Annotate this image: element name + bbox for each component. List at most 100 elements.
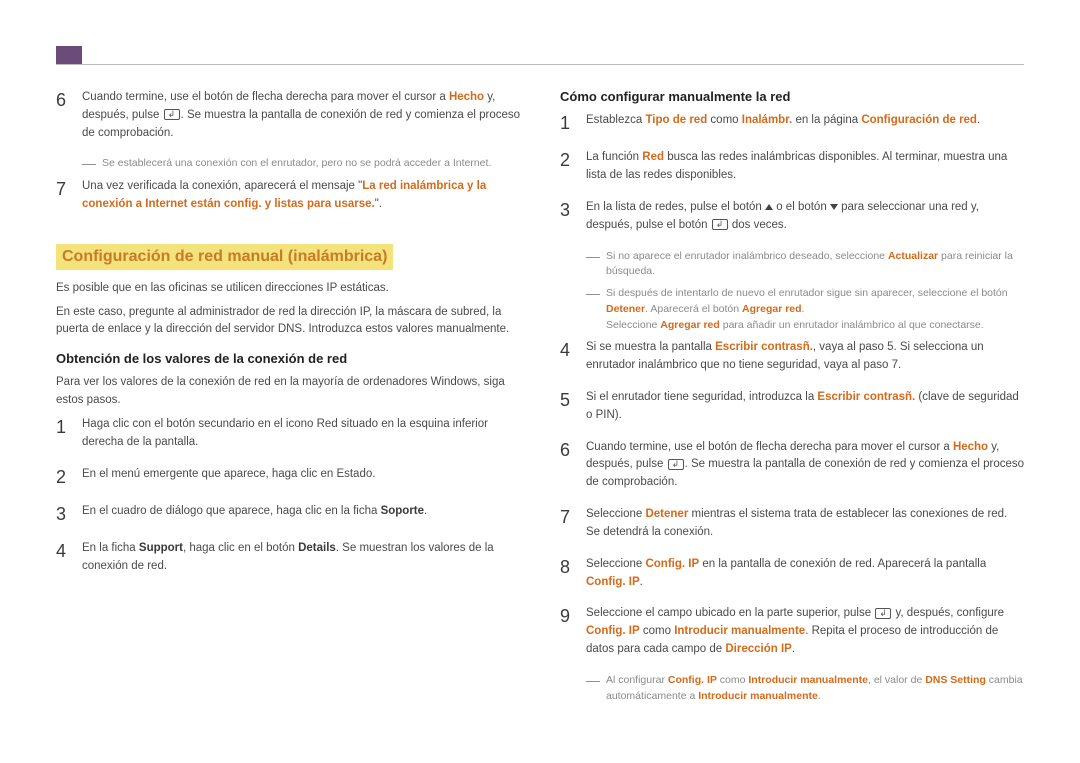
step-num-7: 7	[56, 178, 70, 214]
details-label: Details	[298, 542, 336, 554]
inalambr: Inalámbr.	[742, 114, 793, 126]
step-num: 6	[560, 439, 574, 492]
step-num: 5	[560, 389, 574, 425]
direccion-ip: Dirección IP	[725, 643, 791, 655]
text: como	[640, 625, 675, 637]
config-ip-label: Config. IP	[586, 625, 640, 637]
text: , el valor de	[868, 674, 925, 686]
text: .	[818, 690, 821, 702]
step-num: 4	[560, 339, 574, 375]
note-dash-icon: ―	[586, 673, 600, 705]
step-num: 3	[56, 503, 70, 526]
text: en la pantalla de conexión de red. Apare…	[699, 558, 986, 570]
text: .	[977, 114, 980, 126]
step-num: 9	[560, 605, 574, 658]
up-arrow-icon	[765, 204, 773, 210]
introducir-manual: Introducir manualmente	[748, 674, 868, 686]
enter-icon	[875, 608, 891, 619]
step-7-prev: 7 Una vez verificada la conexión, aparec…	[56, 178, 520, 214]
para: Es posible que en las oficinas se utilic…	[56, 280, 520, 298]
text: Si se muestra la pantalla	[586, 341, 715, 353]
text: Una vez verificada la conexión, aparecer…	[82, 180, 362, 192]
text: Seleccione	[586, 558, 645, 570]
step-1: 1 Haga clic con el botón secundario en e…	[56, 416, 520, 452]
config-red: Configuración de red	[861, 114, 977, 126]
red-label: Red	[642, 151, 664, 163]
para: Para ver los valores de la conexión de r…	[56, 374, 520, 410]
text: como	[707, 114, 742, 126]
text: dos veces.	[729, 219, 787, 231]
rstep-9: 9 Seleccione el campo ubicado en la part…	[560, 605, 1024, 658]
step-4: 4 En la ficha Support, haga clic en el b…	[56, 540, 520, 576]
note: ― Se establecerá una conexión con el enr…	[82, 156, 520, 172]
step-num: 8	[560, 556, 574, 592]
detener-label: Detener	[645, 508, 688, 520]
escribir-label: Escribir contrasñ.	[715, 341, 813, 353]
rstep-7: 7 Seleccione Detener mientras el sistema…	[560, 506, 1024, 542]
text: y, después, configure	[892, 607, 1004, 619]
text: Cuando termine, use el botón de flecha d…	[586, 441, 953, 453]
step-num: 4	[56, 540, 70, 576]
text: Seleccione el campo ubicado en la parte …	[586, 607, 874, 619]
actualizar-label: Actualizar	[888, 250, 938, 262]
soporte-label: Soporte	[381, 505, 424, 517]
tipo-red: Tipo de red	[645, 114, 707, 126]
text: o el botón	[773, 201, 830, 213]
left-column: 6 Cuando termine, use el botón de flecha…	[56, 89, 520, 710]
step-num: 1	[560, 112, 574, 135]
step-2: 2 En el menú emergente que aparece, haga…	[56, 466, 520, 489]
step-3: 3 En el cuadro de diálogo que aparece, h…	[56, 503, 520, 526]
note-dash-icon: ―	[586, 249, 600, 281]
note-text: Se establecerá una conexión con el enrut…	[102, 156, 491, 172]
step-text: Haga clic con el botón secundario en el …	[82, 416, 520, 452]
step-num: 3	[560, 199, 574, 235]
rstep-8: 8 Seleccione Config. IP en la pantalla d…	[560, 556, 1024, 592]
text: Seleccione	[586, 508, 645, 520]
rstep-4: 4 Si se muestra la pantalla Escribir con…	[560, 339, 1024, 375]
note-dash-icon: ―	[82, 156, 96, 172]
text: En la ficha	[82, 542, 139, 554]
step-6-prev: 6 Cuando termine, use el botón de flecha…	[56, 89, 520, 142]
text: En el cuadro de diálogo que aparece, hag…	[82, 505, 381, 517]
note-dash-icon: ―	[586, 286, 600, 333]
text: Si no aparece el enrutador inalámbrico d…	[606, 250, 888, 262]
text: . Aparecerá el botón	[645, 303, 742, 315]
enter-icon	[668, 459, 684, 470]
escribir-label: Escribir contrasñ.	[817, 391, 915, 403]
para: En este caso, pregunte al administrador …	[56, 304, 520, 340]
down-arrow-icon	[830, 204, 838, 210]
accent-mark	[56, 46, 82, 64]
text: Si el enrutador tiene seguridad, introdu…	[586, 391, 817, 403]
text: Establezca	[586, 114, 645, 126]
support-label: Support	[139, 542, 183, 554]
detener-label: Detener	[606, 303, 645, 315]
enter-icon	[164, 109, 180, 120]
rstep-6: 6 Cuando termine, use el botón de flecha…	[560, 439, 1024, 492]
subheading-get-values: Obtención de los valores de la conexión …	[56, 351, 520, 366]
text: Al configurar	[606, 674, 668, 686]
note: ― Si después de intentarlo de nuevo el e…	[586, 286, 1024, 333]
text: .	[792, 643, 795, 655]
enter-icon	[712, 219, 728, 230]
config-ip-label: Config. IP	[586, 576, 640, 588]
introducir-manual: Introducir manualmente	[674, 625, 805, 637]
text: .	[802, 303, 805, 315]
introducir-manual: Introducir manualmente	[698, 690, 818, 702]
note: ― Al configurar Config. IP como Introduc…	[586, 673, 1024, 705]
text: como	[717, 674, 749, 686]
text: Cuando termine, use el botón de flecha d…	[82, 91, 449, 103]
step-text: En el menú emergente que aparece, haga c…	[82, 466, 375, 489]
config-ip-label: Config. IP	[645, 558, 699, 570]
step-num: 2	[560, 149, 574, 185]
section-heading-manual-wifi: Configuración de red manual (inalámbrica…	[56, 244, 393, 270]
text: para añadir un enrutador inalámbrico al …	[720, 319, 984, 331]
hecho-label: Hecho	[449, 91, 484, 103]
text: , haga clic en el botón	[183, 542, 298, 554]
text: en la página	[792, 114, 861, 126]
note: ― Si no aparece el enrutador inalámbrico…	[586, 249, 1024, 281]
config-ip-label: Config. IP	[668, 674, 717, 686]
text: La función	[586, 151, 642, 163]
dns-setting: DNS Setting	[925, 674, 986, 686]
rstep-5: 5 Si el enrutador tiene seguridad, intro…	[560, 389, 1024, 425]
rstep-1: 1 Establezca Tipo de red como Inalámbr. …	[560, 112, 1024, 135]
